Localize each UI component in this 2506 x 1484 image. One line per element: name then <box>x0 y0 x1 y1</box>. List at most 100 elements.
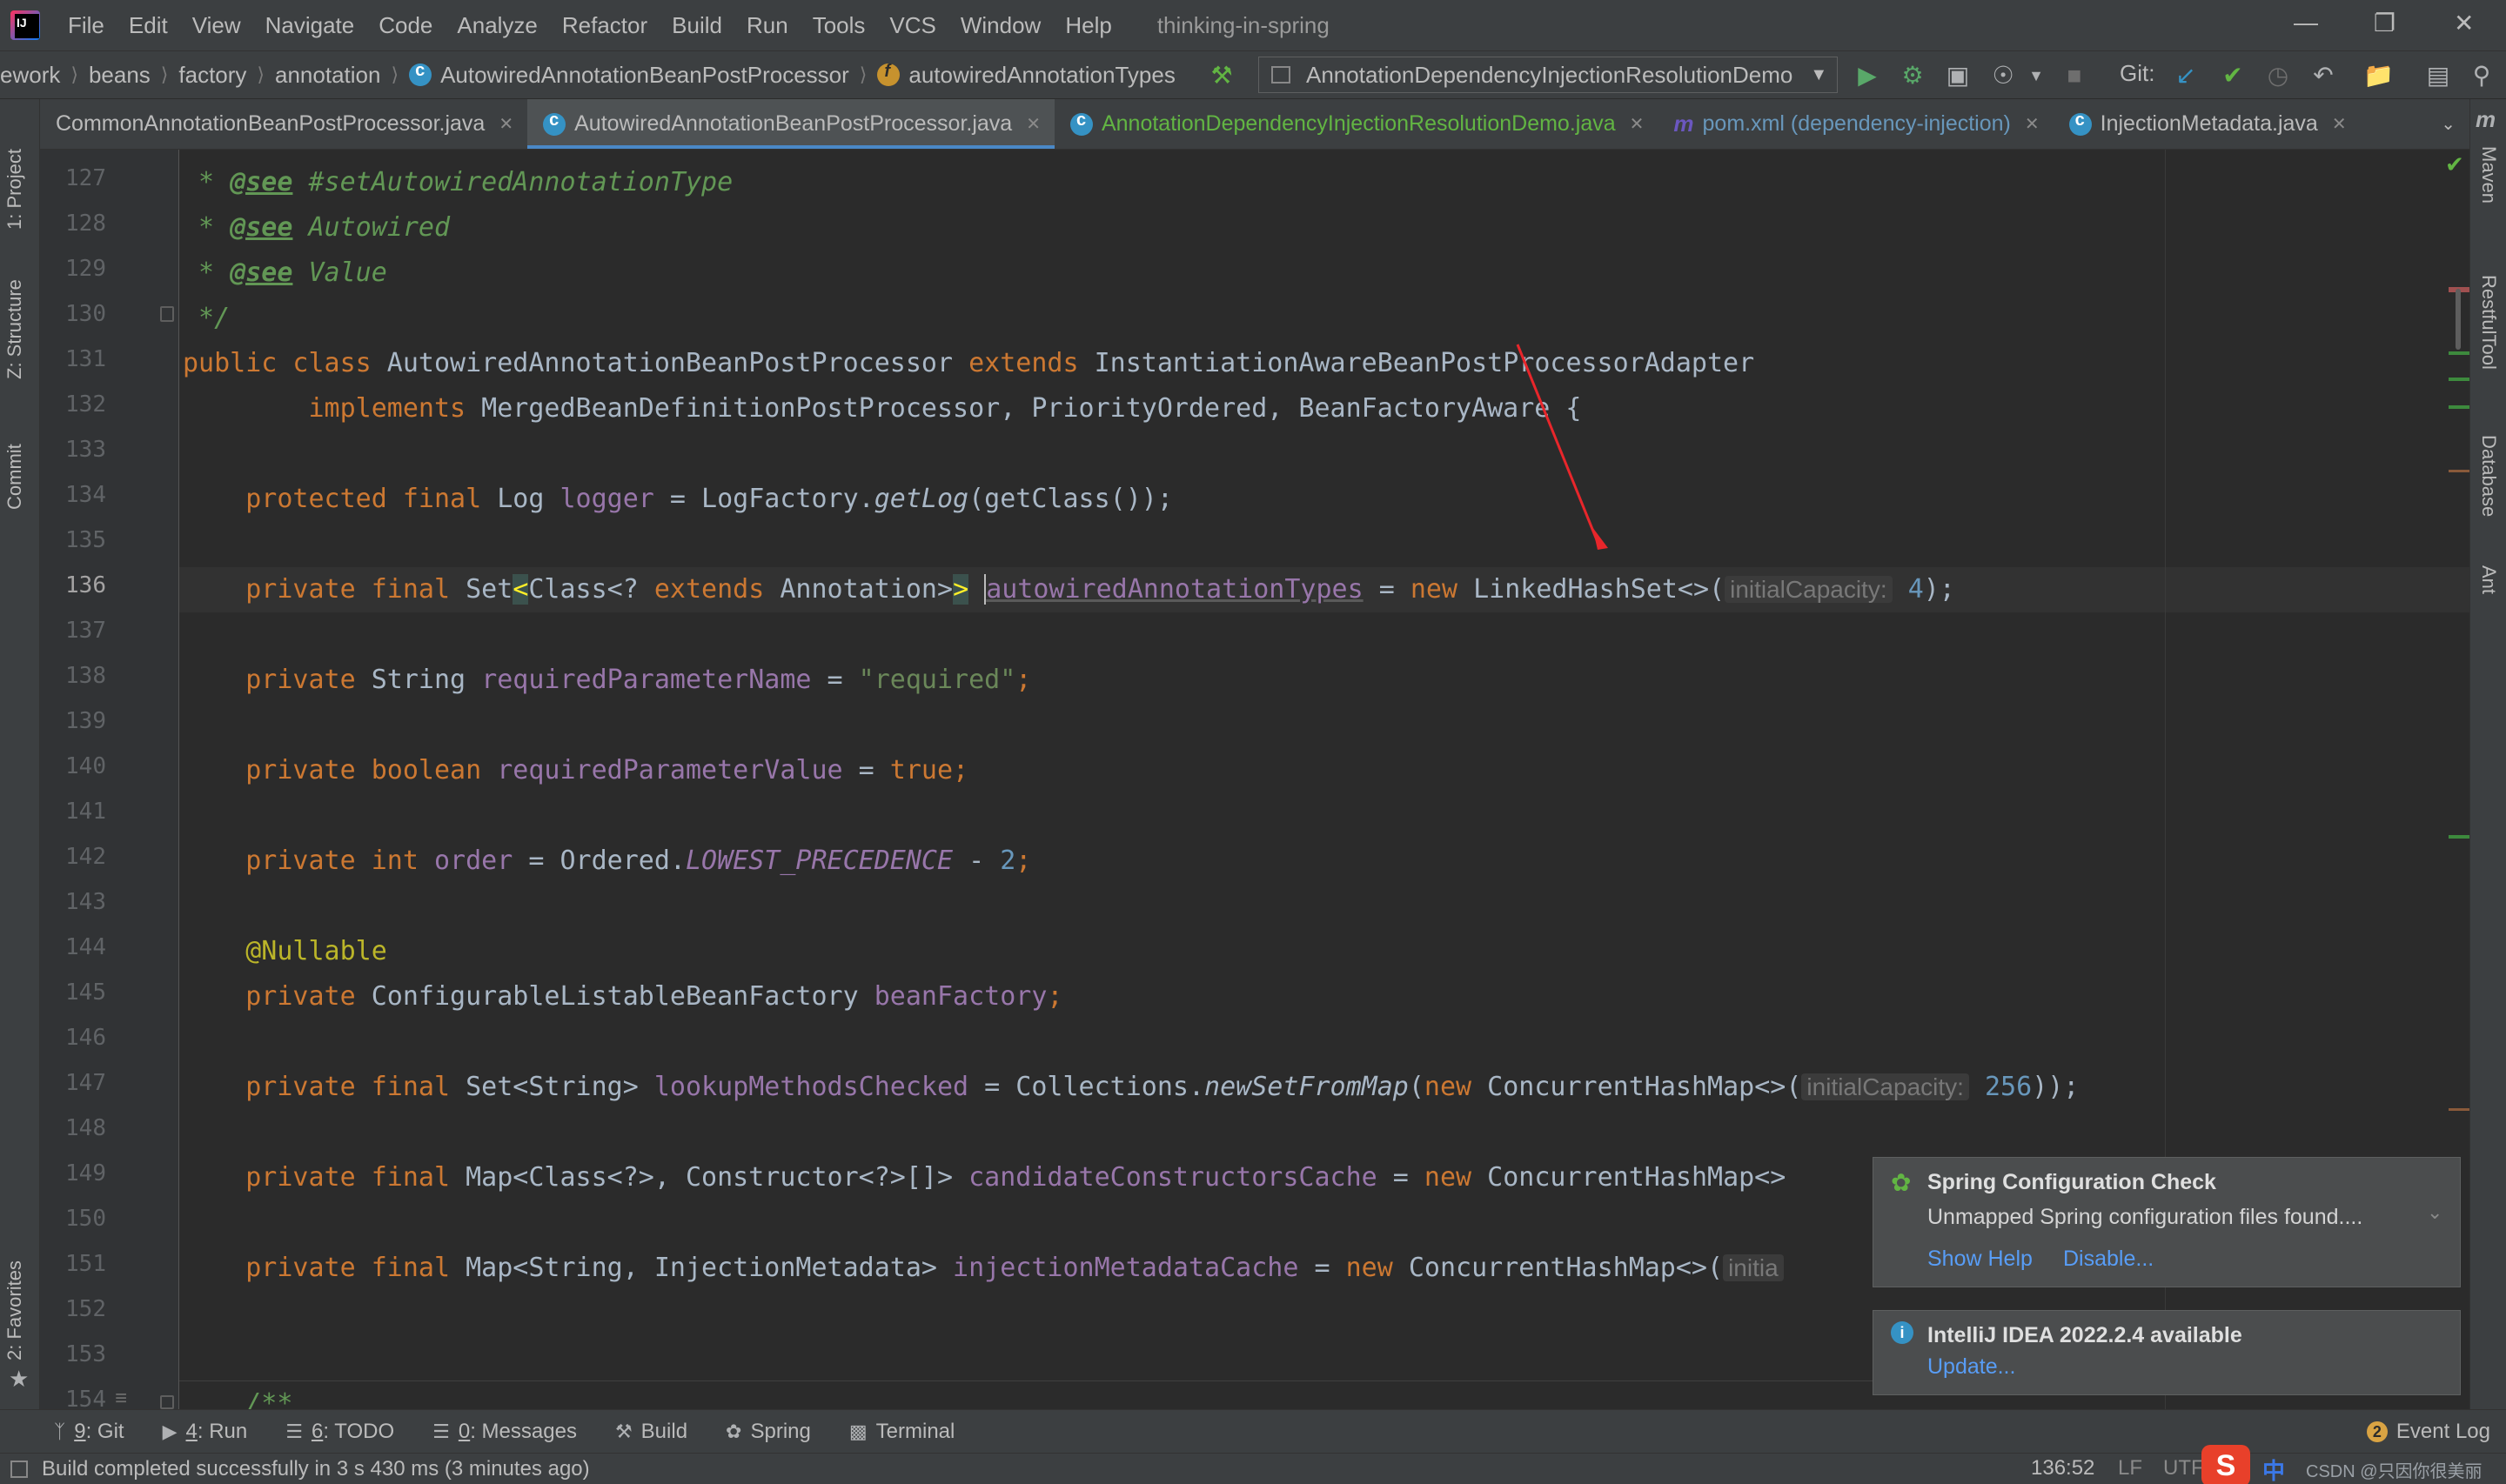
scrollbar-thumb[interactable] <box>2456 289 2461 350</box>
line-number: 127 <box>65 165 106 191</box>
terminal-tool-button[interactable]: ▩ Terminal <box>849 1420 955 1444</box>
maven-icon: m <box>2476 106 2496 132</box>
menu-help[interactable]: Help <box>1065 12 1111 39</box>
terminal-icon: ▩ <box>848 1420 868 1442</box>
line-number: 137 <box>65 618 106 644</box>
menu-view[interactable]: View <box>192 12 241 39</box>
restore-icon[interactable]: ❐ <box>2374 9 2395 37</box>
line-number: 138 <box>65 663 106 689</box>
git-commit-icon[interactable]: ✔ <box>2219 62 2247 90</box>
breadcrumb-item[interactable]: beans <box>89 62 151 89</box>
coverage-icon[interactable]: ▣ <box>1944 62 1972 90</box>
profile-dropdown-icon[interactable]: ▼ <box>2022 62 2050 90</box>
run-icon[interactable]: ▶ <box>1853 62 1881 90</box>
fold-icon[interactable] <box>160 1395 174 1409</box>
breadcrumb-item[interactable]: factory <box>178 62 246 89</box>
class-icon <box>543 110 566 136</box>
maven-tool-tab[interactable]: Maven <box>2477 146 2500 204</box>
tab-autowired-annotation[interactable]: AutowiredAnnotationBeanPostProcessor.jav… <box>527 99 1055 149</box>
todo-tool-button[interactable]: ☰ 6: TODO <box>285 1420 394 1444</box>
close-tab-icon[interactable]: ✕ <box>2025 113 2040 135</box>
code-line-142: private int order = Ordered.LOWEST_PRECE… <box>245 846 1032 876</box>
git-update-icon[interactable]: ↙ <box>2172 62 2200 90</box>
minimize-icon[interactable]: — <box>2294 9 2318 37</box>
git-label: Git: <box>2120 60 2155 86</box>
close-tab-icon[interactable]: ✕ <box>499 113 513 135</box>
restful-tool-tab[interactable]: RestfulTool <box>2477 275 2500 370</box>
close-tab-icon[interactable]: ✕ <box>2332 113 2347 135</box>
menu-edit[interactable]: Edit <box>129 12 168 39</box>
project-structure-icon[interactable]: 📁 <box>2363 62 2394 90</box>
layout-icon[interactable]: ▤ <box>2424 62 2452 90</box>
code-line-132: implements MergedBeanDefinitionPostProce… <box>308 393 1582 424</box>
breadcrumb-item[interactable]: annotation <box>275 62 380 89</box>
expand-chevron-icon[interactable]: ⌄ <box>2427 1201 2442 1224</box>
menu-tools[interactable]: Tools <box>813 12 866 39</box>
line-separator[interactable]: LF <box>2118 1456 2142 1481</box>
code-line-127: * @see #setAutowiredAnnotationType <box>183 167 734 197</box>
spring-tool-button[interactable]: ✿ Spring <box>726 1420 811 1444</box>
structure-tool-tab[interactable]: Z: Structure <box>3 279 26 379</box>
close-tab-icon[interactable]: ✕ <box>1630 113 1645 135</box>
breadcrumb-item[interactable]: ework <box>0 62 60 89</box>
menu-vcs[interactable]: VCS <box>889 12 935 39</box>
menu-navigate[interactable]: Navigate <box>265 12 355 39</box>
file-encoding[interactable]: UTF <box>2163 1456 2204 1481</box>
menu-window[interactable]: Window <box>961 12 1041 39</box>
doc-render-icon[interactable]: ≡ <box>115 1387 127 1411</box>
status-bar: Build completed successfully in 3 s 430 … <box>0 1445 2506 1484</box>
menu-file[interactable]: File <box>68 12 104 39</box>
left-tool-strip: 1: Project Z: Structure Commit 2: Favori… <box>0 99 40 1409</box>
tab-injection-metadata[interactable]: InjectionMetadata.java ✕ <box>2054 99 2361 149</box>
update-link[interactable]: Update... <box>1927 1354 2015 1380</box>
menu-refactor[interactable]: Refactor <box>562 12 647 39</box>
line-number: 129 <box>65 256 106 282</box>
inspection-ok-icon[interactable]: ✔ <box>2445 151 2464 178</box>
close-tab-icon[interactable]: ✕ <box>1026 113 1041 135</box>
database-tool-tab[interactable]: Database <box>2477 435 2500 517</box>
code-line-154: /** <box>245 1388 293 1409</box>
messages-tool-button[interactable]: ☰ 0: Messages <box>432 1420 577 1444</box>
ant-tool-tab[interactable]: Ant <box>2477 565 2500 594</box>
menu-code[interactable]: Code <box>379 12 432 39</box>
menu-bar: File Edit View Navigate Code Analyze Ref… <box>0 0 2506 50</box>
chevron-down-icon: ▼ <box>1810 64 1828 84</box>
git-history-icon[interactable]: ◷ <box>2264 62 2292 90</box>
status-toggle-icon[interactable] <box>10 1460 28 1478</box>
tab-pom-xml[interactable]: m pom.xml (dependency-injection) ✕ <box>1658 99 2053 149</box>
git-rollback-icon[interactable]: ↶ <box>2309 62 2337 90</box>
build-hammer-icon[interactable]: ⚒ <box>1208 62 1236 90</box>
tab-common-annotation[interactable]: CommonAnnotationBeanPostProcessor.java ✕ <box>40 99 527 149</box>
fold-icon[interactable] <box>160 306 174 322</box>
commit-tool-tab[interactable]: Commit <box>3 444 26 510</box>
search-icon[interactable]: ⚲ <box>2468 62 2496 90</box>
tab-demo[interactable]: AnnotationDependencyInjectionResolutionD… <box>1055 99 1658 149</box>
breadcrumb-separator-icon: ⟩ <box>257 64 265 85</box>
git-tool-button[interactable]: ᛉ9: Git <box>54 1420 124 1444</box>
show-help-link[interactable]: Show Help <box>1927 1247 2033 1272</box>
menu-build[interactable]: Build <box>672 12 722 39</box>
notification-title: Spring Configuration Check <box>1927 1170 2216 1194</box>
event-log-button[interactable]: 2 Event Log <box>2366 1420 2490 1444</box>
close-icon[interactable]: ✕ <box>2454 9 2474 37</box>
favorites-tool-tab[interactable]: 2: Favorites <box>3 1260 26 1360</box>
stop-icon[interactable]: ■ <box>2060 62 2088 90</box>
breadcrumb-separator-icon: ⟩ <box>160 64 169 85</box>
profile-icon[interactable]: ☉ <box>1989 62 2017 90</box>
debug-icon[interactable]: ⚙ <box>1899 62 1926 90</box>
breadcrumb-field[interactable]: autowiredAnnotationTypes <box>877 62 1176 89</box>
run-configuration-select[interactable]: AnnotationDependencyInjectionResolutionD… <box>1258 57 1838 93</box>
ime-chinese-icon[interactable]: 中 <box>2262 1454 2285 1484</box>
disable-link[interactable]: Disable... <box>2063 1247 2154 1272</box>
tab-list-button[interactable]: ⌄ <box>2425 99 2469 149</box>
project-tool-tab[interactable]: 1: Project <box>3 149 26 230</box>
class-icon <box>2068 110 2092 136</box>
run-tool-button[interactable]: ▶ 4: Run <box>163 1420 248 1444</box>
selected-field: autowiredAnnotationTypes <box>984 574 1364 605</box>
breadcrumb-class-label: AutowiredAnnotationBeanPostProcessor <box>440 61 849 88</box>
build-tool-button[interactable]: ⚒ Build <box>615 1420 687 1444</box>
caret-position[interactable]: 136:52 <box>2031 1456 2094 1481</box>
breadcrumb-class[interactable]: AutowiredAnnotationBeanPostProcessor <box>409 61 849 89</box>
menu-analyze[interactable]: Analyze <box>457 12 538 39</box>
menu-run[interactable]: Run <box>747 12 788 39</box>
